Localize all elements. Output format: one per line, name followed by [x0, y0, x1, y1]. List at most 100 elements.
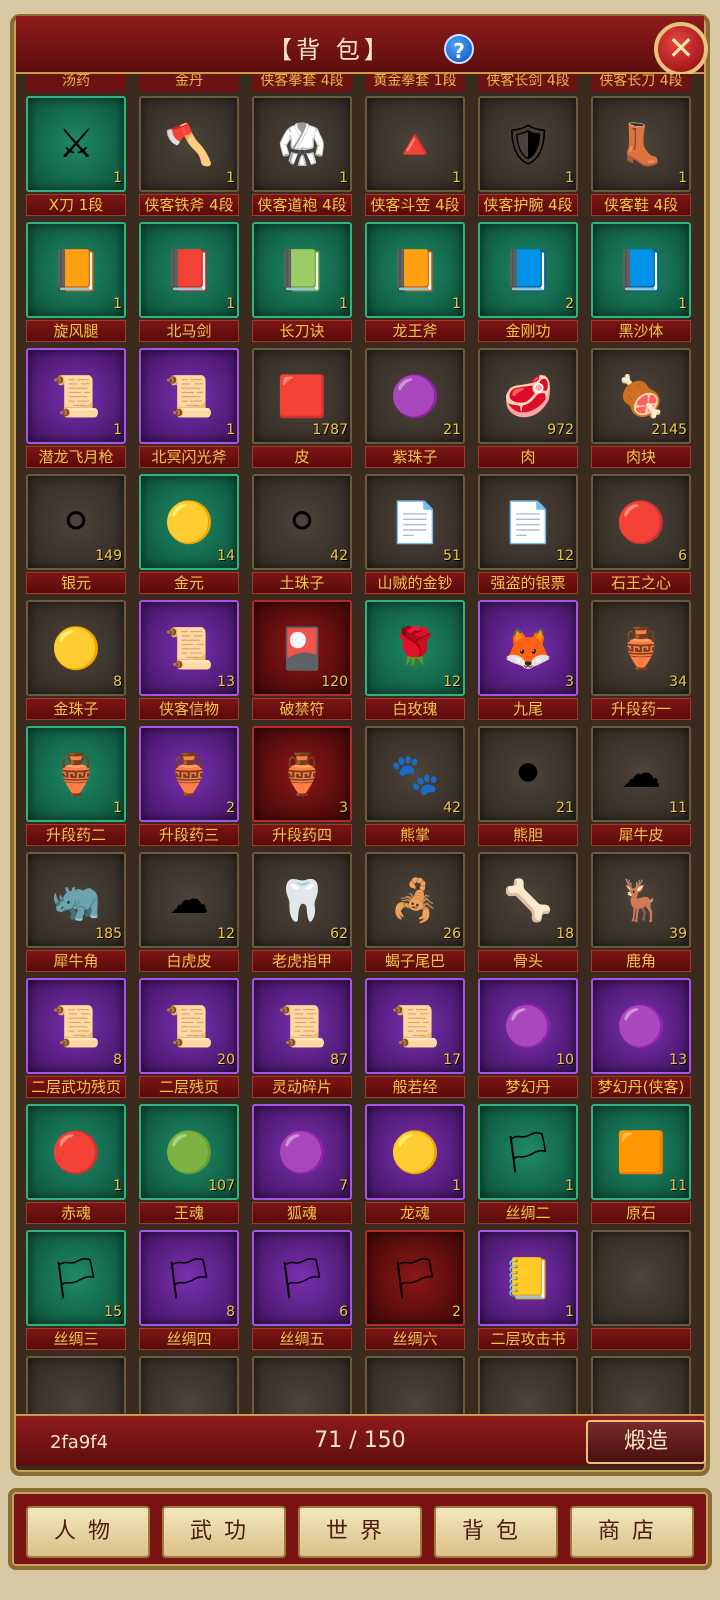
- inventory-slot[interactable]: 🏺 34 升段药一: [591, 600, 691, 722]
- item-label[interactable]: 黄金拳套 1段: [365, 74, 465, 92]
- inventory-slot[interactable]: 🦏 185 犀牛角: [26, 852, 126, 974]
- nav-bag[interactable]: 背包: [434, 1506, 558, 1558]
- yellow-soul-icon: 🟡: [390, 1129, 440, 1176]
- forge-button[interactable]: 煅造: [586, 1420, 706, 1464]
- item-label[interactable]: 侠客拳套 4段: [252, 74, 352, 92]
- inventory-slot[interactable]: 🏳 2 丝绸六: [365, 1230, 465, 1352]
- inventory-slot[interactable]: 📙 1 旋风腿: [26, 222, 126, 344]
- item-name: 丝绸四: [139, 1328, 239, 1350]
- nav-character[interactable]: 人物: [26, 1506, 150, 1558]
- nav-martial-arts[interactable]: 武功: [162, 1506, 286, 1558]
- inventory-slot[interactable]: 🏳 1 丝绸二: [478, 1104, 578, 1226]
- inventory-slot[interactable]: 🔴 1 赤魂: [26, 1104, 126, 1226]
- item-name: 侠客信物: [139, 698, 239, 720]
- inventory-slot[interactable]: ⚪ 149 银元: [26, 474, 126, 596]
- empty-slot[interactable]: [478, 1356, 578, 1414]
- inventory-slot[interactable]: 📜 1 北冥闪光斧: [139, 348, 239, 470]
- inventory-slot[interactable]: 👢 1 侠客鞋 4段: [591, 96, 691, 218]
- inventory-slot[interactable]: 🟢 107 王魂: [139, 1104, 239, 1226]
- inventory-slot[interactable]: ☁ 12 白虎皮: [139, 852, 239, 974]
- inventory-slot[interactable]: 🦴 18 骨头: [478, 852, 578, 974]
- inventory-slot[interactable]: 🟡 8 金珠子: [26, 600, 126, 722]
- inventory-slot[interactable]: 📕 1 北马剑: [139, 222, 239, 344]
- item-label[interactable]: 金丹: [139, 74, 239, 92]
- item-count: 13: [669, 1052, 687, 1068]
- inventory-slot[interactable]: 🛡 1 侠客护腕 4段: [478, 96, 578, 218]
- inventory-slot[interactable]: 📗 1 长刀诀: [252, 222, 352, 344]
- nav-world[interactable]: 世界: [298, 1506, 422, 1558]
- inventory-slot[interactable]: ⚪ 42 土珠子: [252, 474, 352, 596]
- item-count: 185: [95, 926, 122, 942]
- item-frame: [365, 1356, 465, 1414]
- item-name: 熊胆: [478, 824, 578, 846]
- inventory-slot[interactable]: ⚔ 1 X刀 1段: [26, 96, 126, 218]
- empty-slot[interactable]: [252, 1356, 352, 1414]
- item-label[interactable]: 侠客长刀 4段: [591, 74, 691, 92]
- inventory-slot[interactable]: 📘 2 金刚功: [478, 222, 578, 344]
- inventory-slot[interactable]: 🟧 11 原石: [591, 1104, 691, 1226]
- inventory-slot[interactable]: 🏺 2 升段药三: [139, 726, 239, 848]
- inventory-slot[interactable]: ☁ 11 犀牛皮: [591, 726, 691, 848]
- inventory-slot[interactable]: 📘 1 黑沙体: [591, 222, 691, 344]
- banknote-icon: 📄: [390, 499, 440, 546]
- inventory-slot[interactable]: 📄 12 强盗的银票: [478, 474, 578, 596]
- inventory-slot[interactable]: 📙 1 龙王斧: [365, 222, 465, 344]
- empty-slot[interactable]: [591, 1356, 691, 1414]
- inventory-slot[interactable]: 🦂 26 蝎子尾巴: [365, 852, 465, 974]
- item-count: 26: [443, 926, 461, 942]
- nav-shop[interactable]: 商店: [570, 1506, 694, 1558]
- inventory-slot[interactable]: 🏺 3 升段药四: [252, 726, 352, 848]
- inventory-slot[interactable]: 🟣 21 紫珠子: [365, 348, 465, 470]
- close-button[interactable]: ✕: [654, 22, 708, 76]
- item-name: 土珠子: [252, 572, 352, 594]
- inventory-slot[interactable]: 🏳 6 丝绸五: [252, 1230, 352, 1352]
- item-frame: [26, 1356, 126, 1414]
- skill-book-icon: 📕: [164, 247, 214, 294]
- inventory-slot[interactable]: 📒 1 二层攻击书: [478, 1230, 578, 1352]
- inventory-slot[interactable]: 🌹 12 白玫瑰: [365, 600, 465, 722]
- inventory-slot[interactable]: 🎴 120 破禁符: [252, 600, 352, 722]
- item-count: 107: [208, 1178, 235, 1194]
- inventory-slot[interactable]: 🥋 1 侠客道袍 4段: [252, 96, 352, 218]
- item-count: 8: [113, 674, 122, 690]
- item-grid[interactable]: 汤药 金丹 侠客拳套 4段 黄金拳套 1段 侠客长剑 4段 侠客长刀 4段 ⚔ 1…: [26, 74, 694, 1414]
- empty-slot[interactable]: [139, 1356, 239, 1414]
- inventory-slot[interactable]: 🏳 15 丝绸三: [26, 1230, 126, 1352]
- item-name: 二层武功残页: [26, 1076, 126, 1098]
- inventory-slot[interactable]: 📜 17 般若经: [365, 978, 465, 1100]
- inventory-slot[interactable]: 📜 8 二层武功残页: [26, 978, 126, 1100]
- skill-book-icon: 📘: [503, 247, 553, 294]
- inventory-slot[interactable]: 📜 1 潜龙飞月枪: [26, 348, 126, 470]
- title-bar: 【背 包】 ?: [16, 16, 704, 74]
- empty-slot[interactable]: [591, 1230, 691, 1352]
- inventory-slot[interactable]: 🏺 1 升段药二: [26, 726, 126, 848]
- inventory-slot[interactable]: ⚫ 21 熊胆: [478, 726, 578, 848]
- inventory-slot[interactable]: 🦊 3 九尾: [478, 600, 578, 722]
- inventory-slot[interactable]: 🍖 2145 肉块: [591, 348, 691, 470]
- inventory-slot[interactable]: 🐾 42 熊掌: [365, 726, 465, 848]
- inventory-slot[interactable]: 📜 13 侠客信物: [139, 600, 239, 722]
- inventory-slot[interactable]: 🦌 39 鹿角: [591, 852, 691, 974]
- inventory-slot[interactable]: 🪓 1 侠客铁斧 4段: [139, 96, 239, 218]
- inventory-slot[interactable]: 📜 87 灵动碎片: [252, 978, 352, 1100]
- help-icon[interactable]: ?: [444, 34, 474, 64]
- inventory-slot[interactable]: 🔴 6 石王之心: [591, 474, 691, 596]
- inventory-slot[interactable]: 🟥 1787 皮: [252, 348, 352, 470]
- item-label[interactable]: 侠客长剑 4段: [478, 74, 578, 92]
- inventory-slot[interactable]: 📄 51 山贼的金钞: [365, 474, 465, 596]
- inventory-slot[interactable]: 📜 20 二层残页: [139, 978, 239, 1100]
- item-name: 金珠子: [26, 698, 126, 720]
- inventory-slot[interactable]: 🏳 8 丝绸四: [139, 1230, 239, 1352]
- inventory-slot[interactable]: 🟡 1 龙魂: [365, 1104, 465, 1226]
- inventory-slot[interactable]: 🦷 62 老虎指甲: [252, 852, 352, 974]
- inventory-slot[interactable]: 🔺 1 侠客斗笠 4段: [365, 96, 465, 218]
- empty-slot[interactable]: [365, 1356, 465, 1414]
- inventory-slot[interactable]: 🟣 13 梦幻丹(侠客): [591, 978, 691, 1100]
- inventory-slot[interactable]: 🟡 14 金元: [139, 474, 239, 596]
- inventory-slot[interactable]: 🟣 7 狐魂: [252, 1104, 352, 1226]
- item-label[interactable]: 汤药: [26, 74, 126, 92]
- empty-slot[interactable]: [26, 1356, 126, 1414]
- inventory-slot[interactable]: 🥩 972 肉: [478, 348, 578, 470]
- inventory-slot[interactable]: 🟣 10 梦幻丹: [478, 978, 578, 1100]
- item-count: 1: [565, 1304, 574, 1320]
